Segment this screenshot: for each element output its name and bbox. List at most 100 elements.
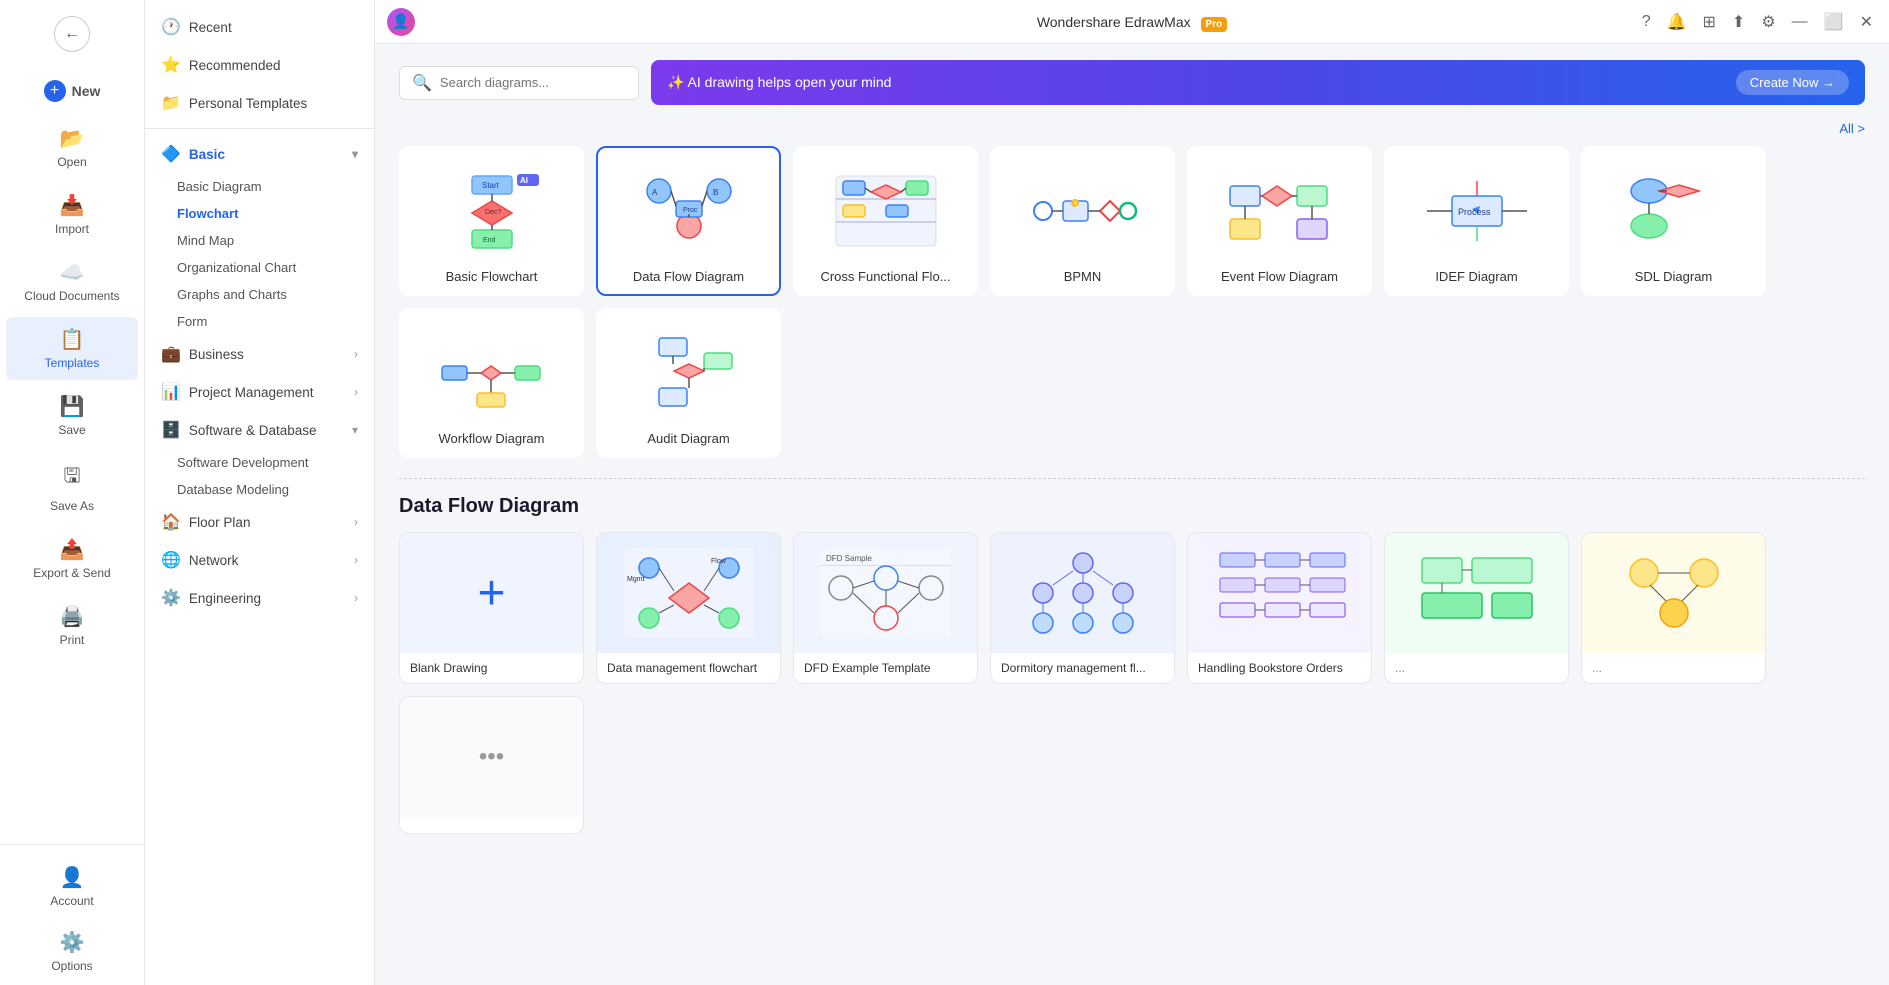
ai-banner-text: ✨ AI drawing helps open your mind (667, 74, 891, 91)
logo-area: ← (0, 8, 144, 68)
template-card-extra1[interactable]: ... (1384, 532, 1569, 684)
personal-label: Personal Templates (189, 96, 307, 111)
all-link[interactable]: All > (399, 121, 1865, 136)
sidebar-basic-diagram[interactable]: Basic Diagram (145, 173, 374, 200)
software-db-label: Software & Database (189, 423, 317, 438)
template-card-data-mgmt[interactable]: Mgmt Flow Data management flowchart (596, 532, 781, 684)
floor-plan-icon: 🏠 (161, 512, 181, 532)
diagram-card-data-flow[interactable]: A B Proc Data Flow Diagram (596, 146, 781, 296)
extra2-svg (1604, 543, 1744, 643)
template-label: Data management flowchart (597, 653, 780, 683)
sidebar-db-modeling[interactable]: Database Modeling (145, 476, 374, 503)
template-card-blank[interactable]: + Blank Drawing (399, 532, 584, 684)
template-card-dormitory[interactable]: Dormitory management fl... (990, 532, 1175, 684)
main-content: 👤 Wondershare EdrawMax Pro ? 🔔 ⊞ ⬆ ⚙ — ⬜… (375, 0, 1889, 985)
sidebar-item-templates[interactable]: 📋 Templates (6, 317, 138, 380)
search-input[interactable] (440, 75, 626, 90)
personal-icon: 📁 (161, 93, 181, 113)
notification-button[interactable]: 🔔 (1663, 8, 1691, 36)
template-thumbnail-extra2 (1582, 533, 1765, 653)
sidebar-flowchart[interactable]: Flowchart (145, 200, 374, 227)
sidebar-form[interactable]: Form (145, 308, 374, 335)
dormitory-svg (1013, 543, 1153, 643)
sidebar-recommended[interactable]: ⭐ Recommended (145, 46, 374, 84)
sidebar-bottom: 👤 Account ⚙️ Options (0, 844, 144, 985)
dfd-illustration: A B Proc (634, 171, 744, 251)
sidebar-category-engineering[interactable]: ⚙️ Engineering › (145, 579, 374, 617)
export-icon: 📤 (60, 537, 85, 562)
templates-label: Templates (45, 356, 100, 370)
bookstore-svg (1210, 543, 1350, 643)
diagram-card-event-flow[interactable]: Event Flow Diagram (1187, 146, 1372, 296)
diagram-card-basic-flowchart[interactable]: Start Dec? End AI Basic Flowchart (399, 146, 584, 296)
card-image: Start Dec? End AI (411, 158, 572, 263)
card-image (608, 320, 769, 425)
sidebar-personal-templates[interactable]: 📁 Personal Templates (145, 84, 374, 122)
sidebar-category-basic[interactable]: 🔷 Basic ▾ (145, 135, 374, 173)
save-icon: 💾 (60, 394, 85, 419)
card-label: Event Flow Diagram (1221, 269, 1338, 284)
card-label: Cross Functional Flo... (820, 269, 950, 284)
template-label (400, 817, 583, 833)
diagram-card-audit[interactable]: Audit Diagram (596, 308, 781, 458)
sidebar-item-account[interactable]: 👤 Account (6, 855, 138, 918)
create-now-button[interactable]: Create Now → (1736, 70, 1849, 95)
floor-plan-chevron: › (354, 515, 358, 529)
maximize-button[interactable]: ⬜ (1820, 8, 1848, 36)
sidebar-item-save-as[interactable]: 🖫 Save As (6, 451, 138, 523)
ai-banner[interactable]: ✨ AI drawing helps open your mind Create… (651, 60, 1865, 105)
sidebar-graphs-charts[interactable]: Graphs and Charts (145, 281, 374, 308)
sidebar-item-cloud[interactable]: ☁️ Cloud Documents (6, 250, 138, 313)
sidebar-item-options[interactable]: ⚙️ Options (6, 920, 138, 983)
sidebar-item-new[interactable]: + New (6, 70, 138, 112)
diagram-card-cross-functional[interactable]: Cross Functional Flo... (793, 146, 978, 296)
sidebar-category-project[interactable]: 📊 Project Management › (145, 373, 374, 411)
card-label: Data Flow Diagram (633, 269, 744, 284)
sidebar-org-chart[interactable]: Organizational Chart (145, 254, 374, 281)
options-icon: ⚙️ (60, 930, 85, 955)
user-avatar[interactable]: 👤 (387, 8, 415, 36)
template-thumbnail-more: ••• (400, 697, 583, 817)
svg-text:B: B (713, 188, 718, 197)
template-card-more[interactable]: ••• (399, 696, 584, 834)
sidebar-second: 🕐 Recent ⭐ Recommended 📁 Personal Templa… (145, 0, 375, 985)
diagram-card-idef[interactable]: Process IDEF Diagram (1384, 146, 1569, 296)
sidebar-recent[interactable]: 🕐 Recent (145, 8, 374, 46)
sidebar-item-save[interactable]: 💾 Save (6, 384, 138, 447)
diagram-card-sdl[interactable]: SDL Diagram (1581, 146, 1766, 296)
diagram-card-workflow[interactable]: Workflow Diagram (399, 308, 584, 458)
search-box[interactable]: 🔍 (399, 66, 639, 100)
sidebar-category-network[interactable]: 🌐 Network › (145, 541, 374, 579)
sidebar-category-floor-plan[interactable]: 🏠 Floor Plan › (145, 503, 374, 541)
sidebar-category-software-db[interactable]: 🗄️ Software & Database ▾ (145, 411, 374, 449)
svg-text:Mgmt: Mgmt (627, 576, 645, 583)
templates-icon: 📋 (60, 327, 85, 352)
settings-button[interactable]: ⚙ (1757, 8, 1779, 36)
help-button[interactable]: ? (1638, 9, 1655, 35)
sidebar-software-dev[interactable]: Software Development (145, 449, 374, 476)
card-image (805, 158, 966, 263)
back-button[interactable]: ← (54, 16, 90, 52)
template-card-dfd-example[interactable]: DFD Sample DFD Example Template (793, 532, 978, 684)
sidebar-category-business[interactable]: 💼 Business › (145, 335, 374, 373)
sidebar-mind-map[interactable]: Mind Map (145, 227, 374, 254)
business-chevron: › (354, 347, 358, 361)
svg-text:Proc: Proc (683, 207, 698, 214)
recent-icon: 🕐 (161, 17, 181, 37)
basic-icon: 🔷 (161, 144, 181, 164)
network-label: Network (189, 553, 239, 568)
card-image (411, 320, 572, 425)
sidebar-item-import[interactable]: 📥 Import (6, 183, 138, 246)
template-card-extra2[interactable]: ... (1581, 532, 1766, 684)
sidebar-item-open[interactable]: 📂 Open (6, 116, 138, 179)
share-button[interactable]: ⬆ (1728, 8, 1749, 36)
template-card-bookstore[interactable]: Handling Bookstore Orders (1187, 532, 1372, 684)
dfd-example-svg: DFD Sample (816, 543, 956, 643)
card-image: A B Proc (608, 158, 769, 263)
minimize-button[interactable]: — (1788, 9, 1812, 35)
sidebar-item-print[interactable]: 🖨️ Print (6, 594, 138, 657)
close-button[interactable]: ✕ (1856, 8, 1877, 36)
sidebar-item-export[interactable]: 📤 Export & Send (6, 527, 138, 590)
diagram-card-bpmn[interactable]: BPMN (990, 146, 1175, 296)
apps-button[interactable]: ⊞ (1699, 8, 1720, 36)
